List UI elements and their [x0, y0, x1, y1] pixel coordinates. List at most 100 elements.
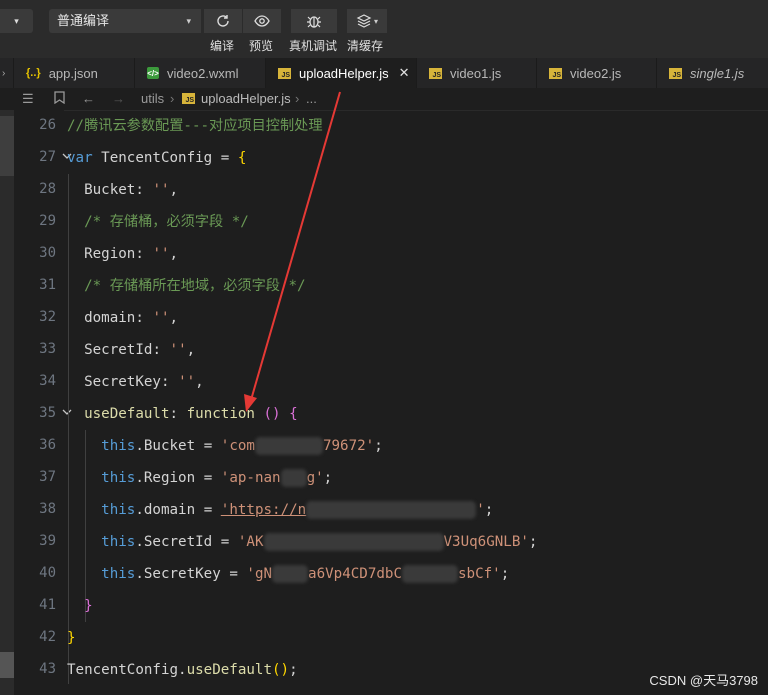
line-number: 30 — [39, 245, 56, 261]
breadcrumb: ☰ ← → utils › JS uploadHelper.js › ... — [0, 88, 768, 111]
line-number: 31 — [39, 277, 56, 293]
comment-text: /* 存储桶，必须字段 */ — [84, 214, 249, 230]
remote-debug-label: 真机调试 — [289, 39, 338, 53]
clear-cache-button[interactable]: ▾ — [346, 9, 387, 33]
clear-cache-label: 清缓存 — [347, 39, 384, 53]
redacted-mask — [272, 565, 309, 583]
region-value-end: g' — [306, 470, 324, 486]
line-number: 36 — [39, 437, 56, 453]
breadcrumb-folder[interactable]: utils — [141, 91, 164, 106]
secretkey-value-start: 'gN — [246, 566, 273, 582]
wxml-file-icon: </> — [147, 67, 159, 79]
layers-icon — [356, 14, 372, 28]
tab-video2-js[interactable]: JS video2.js — [537, 58, 657, 88]
code-line-43: TencentConfig.useDefault(); — [67, 662, 298, 678]
js-file-icon: JS — [278, 67, 291, 79]
tab-video2-wxml[interactable]: </> video2.wxml — [135, 58, 266, 88]
js-file-icon: JS — [669, 67, 682, 79]
line-number: 39 — [39, 533, 56, 549]
chevron-right-icon: › — [295, 91, 300, 106]
line-number: 43 — [39, 661, 56, 677]
refresh-icon — [217, 15, 229, 27]
code-line-38: this.domain = 'https://n '; — [101, 501, 494, 519]
tab-label: video1.js — [450, 65, 502, 81]
chevron-down-icon: ▾ — [186, 16, 191, 26]
tab-label: uploadHelper.js — [299, 65, 389, 81]
tab-label: app.json — [48, 65, 98, 81]
code-line-29: /* 存储桶，必须字段 */ — [67, 206, 249, 238]
dropdown-toggle-button[interactable]: ▾ — [0, 9, 33, 33]
editor-tabs: › {..} app.json </> video2.wxml JS uploa… — [0, 58, 768, 89]
activity-strip — [0, 110, 14, 695]
eye-icon — [254, 15, 270, 27]
domain-value-start: 'https://n — [220, 502, 307, 518]
tab-label: video2.js — [570, 65, 622, 81]
tab-app-json[interactable]: {..} app.json — [14, 58, 135, 88]
line-number: 42 — [39, 629, 56, 645]
compile-label: 编译 — [210, 39, 235, 53]
line-number: 26 — [39, 117, 56, 133]
code-editor[interactable]: //腾讯云参数配置---对应项目控制处理 var TencentConfig =… — [67, 110, 768, 695]
redacted-mask — [263, 533, 444, 551]
js-file-icon: JS — [549, 67, 562, 79]
json-file-icon: {..} — [26, 67, 41, 79]
line-number: 33 — [39, 341, 56, 357]
bug-icon — [307, 16, 321, 28]
compile-mode-select[interactable]: 普通编译 ▾ — [49, 9, 201, 33]
line-number: 38 — [39, 501, 56, 517]
secretid-value-start: 'AK — [237, 534, 264, 550]
secretkey-value-end: sbCf' — [458, 566, 501, 582]
line-number: 28 — [39, 181, 56, 197]
code-line-34: SecretKey: '', — [84, 374, 204, 390]
tab-label: single1.js — [690, 65, 745, 81]
line-number: 41 — [39, 597, 56, 613]
breadcrumb-more[interactable]: ... — [306, 91, 317, 106]
preview-button[interactable] — [242, 9, 281, 33]
tab-video1-js[interactable]: JS video1.js — [417, 58, 537, 88]
comment-text: /* 存储桶所在地域，必须字段 */ — [84, 278, 306, 294]
tab-uploadhelper-js[interactable]: JS uploadHelper.js ✕ — [266, 58, 417, 88]
line-number: 29 — [39, 213, 56, 229]
strip-scroll-marker — [0, 652, 14, 678]
redacted-mask — [402, 565, 458, 583]
code-line-40: this.SecretKey = 'gN a6Vp4CD7dbC sbCf'; — [101, 565, 510, 583]
tab-scroll-left[interactable]: › — [0, 58, 14, 88]
forward-arrow-icon[interactable]: → — [112, 91, 125, 106]
line-number: 34 — [39, 373, 56, 389]
redacted-mask — [254, 437, 323, 455]
list-icon[interactable]: ☰ — [22, 91, 34, 107]
toolbar: ▾ 普通编译 ▾ ▾ 编译 预览 真机调试 清缓存 — [0, 0, 768, 58]
line-number: 35 — [39, 405, 56, 421]
code-line-28: Bucket: '', — [84, 182, 179, 198]
code-line-41: } — [84, 598, 93, 614]
code-line-32: domain: '', — [84, 310, 179, 326]
code-line-27: var TencentConfig = { — [67, 150, 247, 166]
strip-marker — [0, 116, 14, 176]
bucket-value-start: 'com — [220, 438, 255, 454]
compile-mode-label: 普通编译 — [57, 13, 110, 28]
js-file-icon: JS — [182, 93, 195, 104]
cache-group: ▾ — [346, 9, 387, 33]
chevron-right-icon: › — [170, 91, 175, 106]
js-file-icon: JS — [429, 67, 442, 79]
compile-button[interactable] — [203, 9, 242, 33]
redacted-mask — [306, 501, 477, 519]
close-icon[interactable]: ✕ — [399, 65, 410, 81]
bookmark-icon[interactable] — [54, 91, 65, 107]
watermark: CSDN @天马3798 — [649, 673, 758, 688]
code-line-42: } — [67, 630, 76, 646]
chevron-down-icon: ▾ — [373, 16, 378, 26]
code-line-26: //腾讯云参数配置---对应项目控制处理 — [67, 110, 323, 142]
remote-debug-button[interactable] — [290, 9, 337, 33]
line-number-gutter: 26 27 28 29 30 31 32 33 34 35 36 37 38 39 40 41 42 43 — [14, 110, 72, 695]
breadcrumb-file[interactable]: uploadHelper.js — [201, 91, 291, 106]
line-number: 40 — [39, 565, 56, 581]
debug-group — [290, 9, 337, 33]
preview-label: 预览 — [249, 39, 274, 53]
line-number: 27 — [39, 149, 56, 165]
bucket-value-end: 79672' — [322, 438, 375, 454]
back-arrow-icon[interactable]: ← — [82, 91, 95, 106]
code-line-35: useDefault: function () { — [84, 406, 298, 422]
tab-single1-js[interactable]: JS single1.js — [657, 58, 768, 88]
region-value-start: 'ap-nan — [220, 470, 281, 486]
